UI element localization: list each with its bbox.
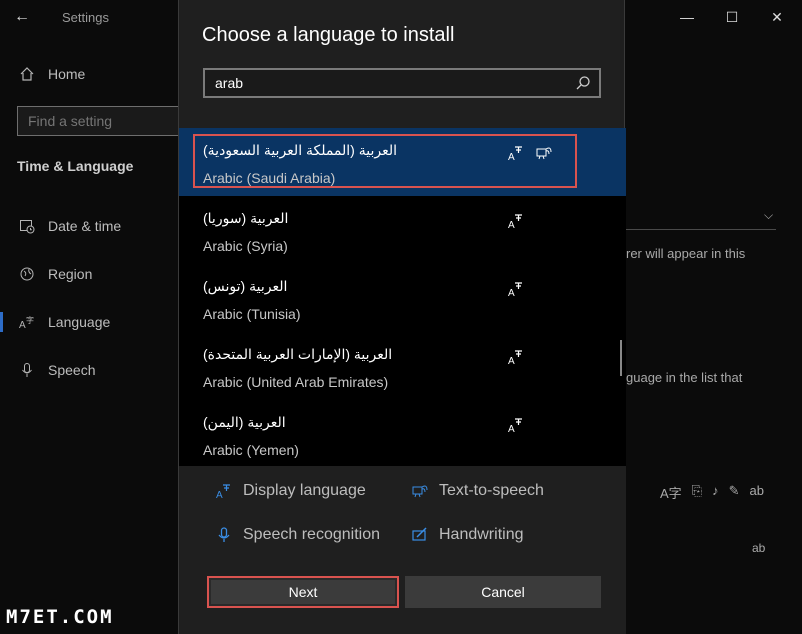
feature-icons: A [507, 212, 525, 232]
legend-label: Text-to-speech [439, 482, 544, 499]
text-to-speech-icon: ⎘ [691, 483, 703, 498]
legend-handwriting: Handwriting [411, 524, 523, 546]
display-language-icon: A [215, 482, 233, 500]
sidebar-item-region[interactable]: Region [18, 262, 92, 286]
language-native-name: العربية (سوريا) [203, 210, 289, 226]
svg-text:A: A [508, 424, 515, 434]
display-language-icon: A [507, 280, 525, 299]
language-list[interactable]: العربية (المملكة العربية السعودية) Arabi… [179, 128, 626, 466]
display-language-icon: A字 [660, 486, 682, 501]
language-english-name: Arabic (Syria) [203, 238, 288, 254]
calendar-clock-icon [18, 217, 36, 235]
app-title: Settings [62, 10, 109, 25]
search-icon[interactable] [575, 75, 591, 91]
language-native-name: العربية (اليمن) [203, 414, 286, 430]
language-search-input[interactable] [205, 70, 565, 96]
microphone-icon [215, 526, 233, 544]
find-setting-field[interactable] [17, 106, 187, 136]
dialog-footer: A Display language Text-to-speech Speech… [179, 466, 626, 634]
svg-text:A: A [508, 288, 515, 298]
language-dropdown[interactable] [626, 206, 776, 230]
feature-icons: A [507, 416, 525, 436]
find-setting-input[interactable] [18, 107, 186, 135]
display-language-icon: A [507, 416, 525, 435]
handwriting-icon: ✎ [728, 483, 740, 498]
language-native-name: العربية (تونس) [203, 278, 288, 294]
language-english-name: Arabic (Tunisia) [203, 306, 301, 322]
handwriting-icon [411, 526, 429, 544]
watermark-text: M7ET.COM [6, 606, 114, 628]
sidebar-item-date-time[interactable]: Date & time [18, 214, 121, 238]
svg-text:A: A [19, 320, 26, 330]
background-text: guage in the list that [626, 370, 743, 385]
legend-label: Handwriting [439, 526, 524, 543]
svg-text:A: A [508, 356, 515, 366]
language-english-name: Arabic (United Arab Emirates) [203, 374, 389, 390]
spellcheck-icon: ab [752, 541, 766, 555]
display-language-icon: A [507, 144, 525, 163]
back-arrow-icon[interactable]: ← [14, 8, 36, 26]
legend-label: Display language [243, 482, 366, 499]
sidebar-item-label: Home [48, 66, 86, 82]
list-item-arabic-saudi-arabia[interactable]: العربية (المملكة العربية السعودية) Arabi… [179, 128, 626, 196]
list-item-arabic-tunisia[interactable]: العربية (تونس) Arabic (Tunisia) A [179, 264, 626, 332]
spellcheck-icon: ab [749, 483, 764, 498]
microphone-icon: ♪ [712, 483, 719, 498]
list-item-arabic-syria[interactable]: العربية (سوريا) Arabic (Syria) A [179, 196, 626, 264]
text-to-speech-icon [411, 482, 429, 500]
display-language-icon: A [507, 348, 525, 367]
close-button[interactable]: ✕ [762, 6, 792, 28]
display-language-icon: A [507, 212, 525, 231]
language-icon: A字 [18, 313, 36, 331]
home-icon [18, 65, 36, 83]
legend-display-language: A Display language [215, 480, 366, 502]
feature-icons: A [507, 348, 525, 368]
legend-label: Speech recognition [243, 526, 380, 543]
globe-icon [18, 265, 36, 283]
sidebar-item-label: Region [48, 266, 93, 282]
next-button[interactable]: Next [207, 576, 399, 608]
sidebar-item-language[interactable]: A字 Language [0, 310, 111, 334]
language-native-name: العربية (المملكة العربية السعودية) [203, 142, 397, 158]
minimize-button[interactable]: — [672, 6, 702, 28]
feature-icons: A [507, 280, 525, 300]
list-item-arabic-uae[interactable]: العربية (الإمارات العربية المتحدة) Arabi… [179, 332, 626, 400]
sidebar-item-speech[interactable]: Speech [18, 358, 95, 382]
microphone-icon [18, 361, 36, 379]
language-english-name: Arabic (Saudi Arabia) [203, 170, 336, 186]
language-feature-icons: A字 ⎘ ♪ ✎ ab [660, 483, 764, 502]
cancel-button[interactable]: Cancel [405, 576, 601, 608]
sidebar-item-label: Language [48, 314, 111, 330]
legend-speech-recognition: Speech recognition [215, 524, 380, 546]
legend-text-to-speech: Text-to-speech [411, 480, 544, 502]
sidebar-item-label: Date & time [48, 218, 122, 234]
language-english-name: Arabic (Yemen) [203, 442, 299, 458]
text-to-speech-icon [535, 144, 553, 162]
chevron-down-icon: ⌵ [764, 208, 774, 222]
maximize-button[interactable]: ☐ [717, 6, 747, 28]
sidebar-item-label: Speech [48, 362, 96, 378]
background-text: rer will appear in this [626, 246, 746, 261]
svg-text:A: A [508, 152, 515, 162]
list-scrollbar[interactable] [620, 340, 622, 376]
dialog-title: Choose a language to install [202, 24, 455, 46]
choose-language-dialog: Choose a language to install العربية (ال… [178, 0, 626, 634]
svg-text:A: A [216, 490, 223, 500]
list-item-arabic-yemen[interactable]: العربية (اليمن) Arabic (Yemen) A [179, 400, 626, 466]
feature-icons: A [507, 144, 553, 164]
language-search-field[interactable] [203, 68, 601, 98]
svg-text:A: A [508, 220, 515, 230]
language-native-name: العربية (الإمارات العربية المتحدة) [203, 346, 393, 362]
svg-text:字: 字 [26, 315, 34, 325]
sidebar-item-home[interactable]: Home [18, 62, 85, 86]
section-title: Time & Language [17, 158, 134, 174]
